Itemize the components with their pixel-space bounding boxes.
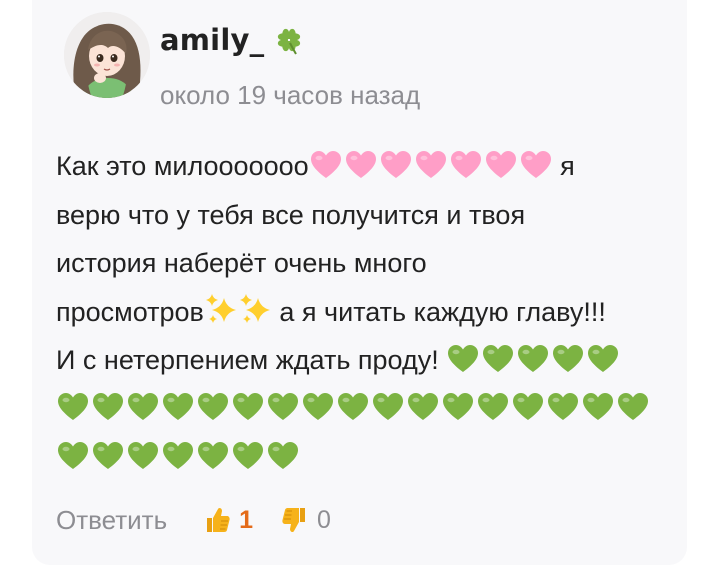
- dislike-button[interactable]: 0: [279, 504, 331, 536]
- green-hearts-row: [56, 391, 650, 423]
- green-heart-icon: [163, 441, 193, 469]
- comment-line-6: [56, 385, 671, 434]
- green-heart-icon: [588, 344, 619, 372]
- pink-heart-icon: [485, 150, 516, 178]
- comment-text-segment: просмотров: [56, 296, 204, 327]
- green-heart-icon: [163, 393, 193, 421]
- comment-text-segment: а я читать каждую главу!!!: [279, 296, 606, 327]
- green-heart-icon: [483, 344, 514, 372]
- green-heart-icon: [58, 441, 88, 469]
- username[interactable]: amily_: [160, 23, 264, 57]
- comment-text-segment: я: [560, 151, 575, 181]
- comment-line-2: верю что у тебя все получится и твоя: [56, 199, 526, 230]
- pink-heart-icon: [415, 150, 446, 178]
- green-heart-icon: [233, 441, 263, 469]
- green-heart-icon: [128, 441, 158, 469]
- pink-heart-icon: [310, 150, 341, 178]
- green-heart-icon: [443, 393, 473, 421]
- green-heart-icon: [303, 393, 333, 421]
- sparkles-row: [204, 294, 272, 327]
- comment-text-segment: И с нетерпением ждать проду!: [56, 345, 439, 375]
- author-row: amily_: [160, 18, 306, 62]
- green-heart-icon: [618, 393, 648, 421]
- green-hearts-row: [56, 440, 300, 472]
- green-heart-icon: [198, 393, 228, 421]
- pink-heart-icon: [520, 150, 551, 178]
- green-heart-icon: [478, 393, 508, 421]
- green-heart-icon: [513, 393, 543, 421]
- green-heart-icon: [128, 393, 158, 421]
- user-avatar[interactable]: [64, 12, 150, 98]
- sparkles-icon: [205, 294, 236, 324]
- green-heart-icon: [408, 393, 438, 421]
- dislike-count: 0: [317, 505, 331, 534]
- green-heart-icon: [338, 393, 368, 421]
- pink-heart-icon: [380, 150, 411, 178]
- green-heart-icon: [373, 393, 403, 421]
- pink-heart-icon: [345, 150, 376, 178]
- green-heart-icon: [518, 344, 549, 372]
- comment-line-5: И с нетерпением ждать проду!: [56, 336, 671, 385]
- thumbs-down-icon: [282, 508, 306, 533]
- comment-timestamp: около 19 часов назад: [160, 80, 421, 110]
- sparkles-icon: [239, 294, 270, 324]
- anime-girl-avatar-icon: [64, 12, 150, 98]
- like-button[interactable]: 1: [201, 504, 253, 536]
- green-heart-icon: [553, 344, 584, 372]
- green-heart-icon: [93, 393, 123, 421]
- comment-text-segment: Как это милооооооо: [56, 151, 309, 181]
- green-heart-icon: [233, 393, 263, 421]
- comment-text: Как это милооооооо я верю что у тебя все…: [56, 142, 671, 482]
- comment-line-4: просмотров а я читать каждую главу!!!: [56, 288, 671, 337]
- green-heart-icon: [268, 393, 298, 421]
- comment-line-7: [56, 433, 671, 482]
- green-heart-icon: [448, 344, 479, 372]
- green-heart-icon: [583, 393, 613, 421]
- reply-button[interactable]: Ответить: [56, 505, 167, 536]
- green-heart-icon: [268, 441, 298, 469]
- green-heart-icon: [58, 393, 88, 421]
- green-heart-icon: [198, 441, 228, 469]
- green-heart-icon: [93, 441, 123, 469]
- like-count: 1: [239, 505, 254, 534]
- comment-line-1: Как это милооооооо я: [56, 142, 671, 191]
- thumbs-up-icon: [207, 507, 230, 532]
- pink-heart-icon: [450, 150, 481, 178]
- green-hearts-row: [446, 343, 620, 375]
- pink-hearts-row: [309, 149, 553, 181]
- green-heart-icon: [548, 393, 578, 421]
- four-leaf-clover-icon: [278, 28, 301, 55]
- comment-line-3: история наберёт очень много: [56, 248, 427, 278]
- comment-actions: Ответить 1 0: [56, 500, 331, 540]
